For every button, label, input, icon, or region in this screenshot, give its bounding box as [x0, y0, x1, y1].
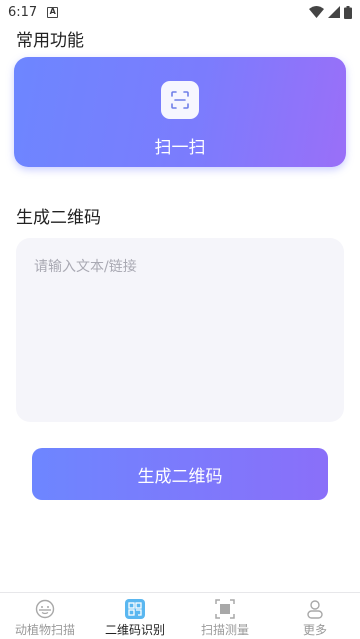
scan-icon — [171, 91, 189, 109]
scan-icon-container — [161, 81, 199, 119]
cellular-signal-icon — [328, 6, 340, 18]
nav-label: 动植物扫描 — [14, 623, 75, 637]
text-link-input[interactable] — [16, 238, 344, 422]
measure-scan-icon — [215, 599, 235, 619]
nav-label: 更多 — [302, 623, 327, 637]
qr-recognize-icon — [125, 599, 145, 619]
status-time: 6:17 — [8, 4, 38, 20]
bottom-nav: 动植物扫描 二维码识别 扫描测量 更多 — [0, 592, 360, 639]
nav-label: 扫描测量 — [200, 623, 249, 637]
scan-button[interactable]: 扫一扫 — [14, 57, 346, 167]
section-title-common: 常用功能 — [16, 31, 84, 51]
nav-item-more[interactable]: 更多 — [270, 593, 360, 639]
battery-icon — [344, 5, 352, 19]
generate-qr-button[interactable]: 生成二维码 — [32, 448, 328, 500]
wifi-icon — [309, 6, 324, 18]
person-icon — [305, 599, 325, 619]
face-scan-icon — [35, 599, 55, 619]
section-title-generate: 生成二维码 — [16, 208, 101, 228]
nav-label: 二维码识别 — [104, 623, 165, 637]
nav-item-qr-recognize[interactable]: 二维码识别 — [90, 593, 180, 639]
status-bar: 6:17 A — [0, 0, 360, 24]
scan-label: 扫一扫 — [154, 138, 206, 158]
notification-icon: A — [47, 6, 59, 18]
nav-item-animal-plant-scan[interactable]: 动植物扫描 — [0, 593, 90, 639]
nav-item-scan-measure[interactable]: 扫描测量 — [180, 593, 270, 639]
